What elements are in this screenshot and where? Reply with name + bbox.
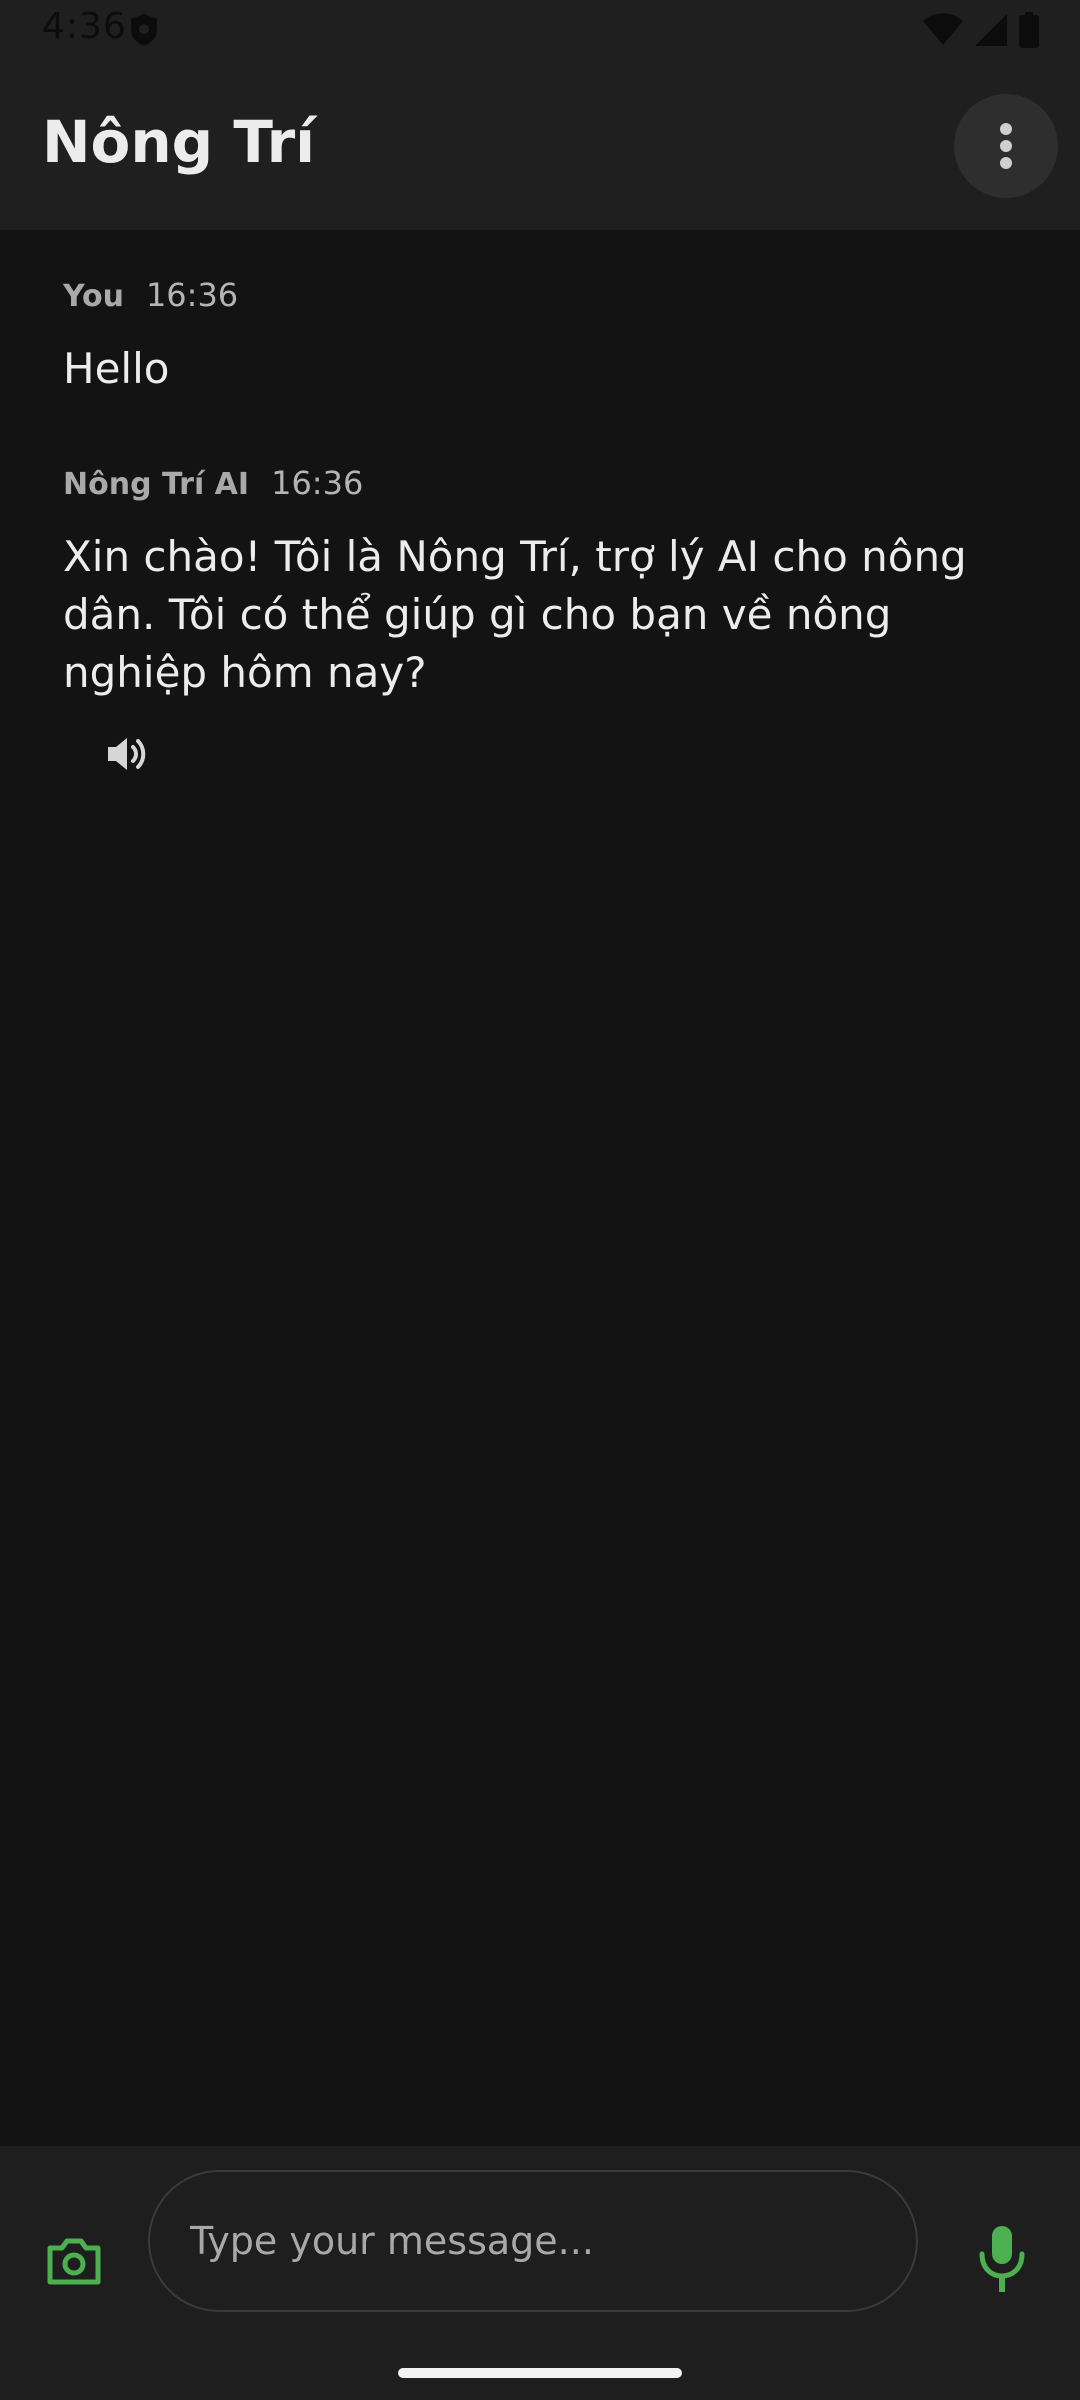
message-header: Nông Trí AI 16:36	[63, 464, 363, 502]
message-sender: You	[63, 279, 124, 314]
message-text: Hello	[63, 344, 170, 393]
microphone-icon[interactable]	[974, 2224, 1030, 2296]
composer-bar	[0, 2146, 1080, 2400]
more-options-button[interactable]	[954, 94, 1058, 198]
status-time: 4:36	[42, 6, 127, 47]
home-indicator[interactable]	[398, 2368, 682, 2378]
cellular-signal-icon	[975, 14, 1007, 46]
message-sender: Nông Trí AI	[63, 467, 250, 502]
more-vertical-icon	[1000, 123, 1012, 169]
status-bar: 4:36	[0, 0, 1080, 60]
status-icons	[922, 12, 1040, 48]
shield-icon	[131, 14, 157, 46]
speaker-icon[interactable]	[104, 732, 148, 776]
message-time: 16:36	[271, 464, 364, 502]
message-time: 16:36	[145, 276, 239, 314]
message-header: You 16:36	[63, 276, 238, 314]
wifi-icon	[923, 13, 963, 45]
battery-icon	[1019, 12, 1039, 48]
message-text: Xin chào! Tôi là Nông Trí, trợ lý AI cho…	[63, 532, 967, 697]
camera-icon[interactable]	[44, 2230, 104, 2290]
message-list[interactable]: You 16:36 Hello Nông Trí AI 16:36 Xin ch…	[0, 230, 1080, 2146]
chat-screen: 4:36 Nông Trí You 16:36 Hello Nông Trí A…	[0, 0, 1080, 2400]
message-input[interactable]	[148, 2170, 918, 2312]
app-title: Nông Trí	[42, 108, 316, 176]
app-bar: Nông Trí	[0, 60, 1080, 230]
